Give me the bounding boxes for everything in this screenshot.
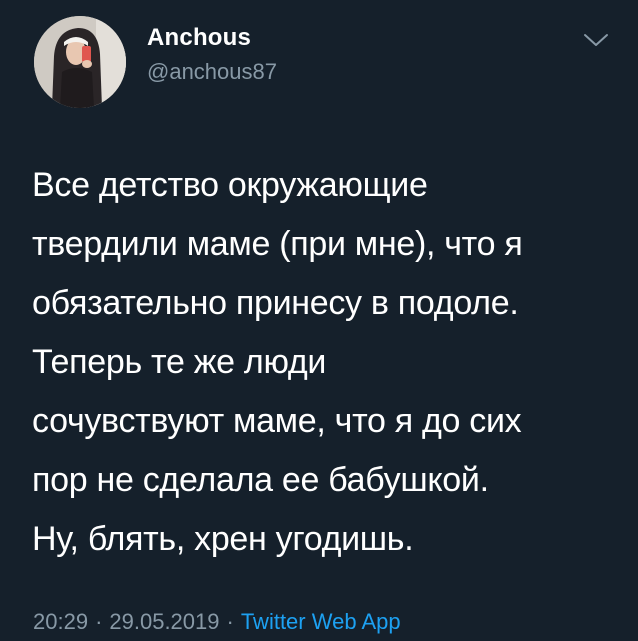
profile-photo-icon bbox=[34, 16, 126, 108]
meta-separator: · bbox=[95, 609, 103, 634]
author-info: Anchous @anchous87 bbox=[147, 24, 277, 86]
tweet-text: Все детство окружающие твердили маме (пр… bbox=[32, 166, 523, 558]
tweet-time[interactable]: 20:29 bbox=[33, 609, 88, 634]
tweet-meta: 20:29 · 29.05.2019 · Twitter Web App bbox=[33, 608, 401, 636]
chevron-down-icon[interactable] bbox=[582, 28, 610, 52]
meta-separator: · bbox=[226, 609, 234, 634]
tweet-date[interactable]: 29.05.2019 bbox=[109, 609, 219, 634]
tweet-source-link[interactable]: Twitter Web App bbox=[241, 609, 401, 634]
user-handle[interactable]: @anchous87 bbox=[147, 58, 277, 86]
display-name[interactable]: Anchous bbox=[147, 24, 277, 52]
tweet: Anchous @anchous87 Все детство окружающи… bbox=[0, 0, 638, 641]
avatar[interactable] bbox=[34, 16, 126, 108]
